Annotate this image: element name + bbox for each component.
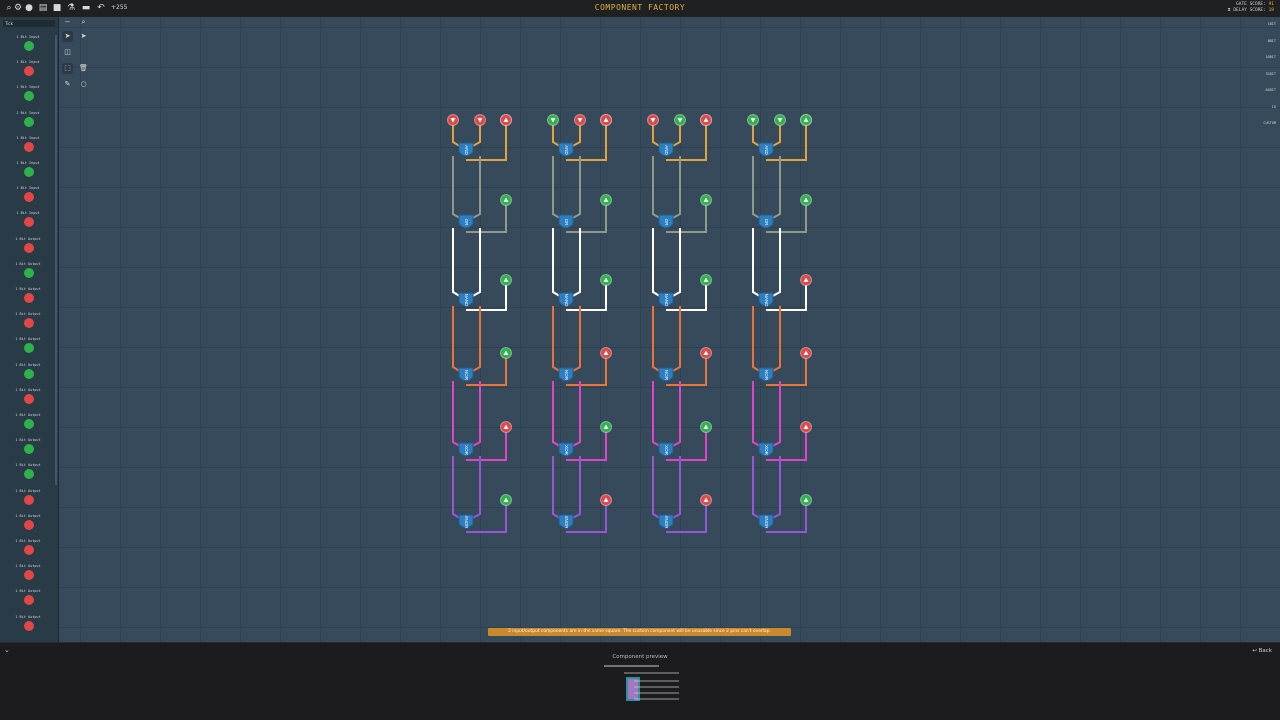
wire: [466, 124, 507, 161]
wire: [668, 456, 681, 521]
collapse-chevron-icon[interactable]: ⌄: [4, 646, 10, 654]
wire: [468, 456, 481, 521]
wire: [668, 228, 681, 299]
gate-label: NOR: [464, 370, 469, 381]
gate-label: XOR: [764, 445, 769, 456]
wire: [652, 306, 664, 374]
wire: [452, 306, 464, 374]
wire: [568, 456, 581, 521]
gate-label: AND: [664, 145, 669, 155]
wire: [552, 456, 564, 521]
overlap-warning-banner: 2 input/output components are in the sam…: [488, 628, 791, 636]
wire: [552, 381, 564, 449]
wire: [452, 228, 464, 299]
gate-label: AND: [564, 145, 569, 155]
wire: [452, 456, 464, 521]
wire: [552, 228, 564, 299]
wire: [768, 306, 781, 374]
wire: [568, 381, 581, 449]
gate-label: XOR: [464, 445, 469, 456]
wire: [752, 306, 764, 374]
wire: [468, 381, 481, 449]
wire: [768, 228, 781, 299]
wire: [766, 124, 807, 161]
wire: [552, 156, 564, 221]
wire: [566, 124, 607, 161]
gate-label: XNOR: [664, 515, 669, 529]
gate-label: NOR: [664, 370, 669, 381]
gate-label: OR: [664, 219, 669, 227]
gate-label: NAND: [764, 294, 769, 308]
back-button[interactable]: ↩ Back: [1252, 648, 1272, 654]
wire: [652, 381, 664, 449]
wire: [668, 306, 681, 374]
preview-title: Component preview: [612, 654, 668, 660]
wire: [752, 381, 764, 449]
gate-label: OR: [564, 219, 569, 227]
wire: [666, 124, 707, 161]
wire: [752, 228, 764, 299]
circuit-diagram: AND OR NAND NOR XOR XNOR AND OR NAND NOR XOR XNOR AN…: [447, 114, 812, 533]
wire: [568, 306, 581, 374]
gate-label: OR: [464, 219, 469, 227]
wire: [752, 156, 764, 221]
gate-label: NOR: [764, 370, 769, 381]
wire: [468, 156, 481, 221]
wire: [452, 156, 464, 221]
gate-label: NAND: [664, 294, 669, 308]
wire: [468, 228, 481, 299]
wire: [468, 306, 481, 374]
bottom-panel: ⌄ Component preview ↩ Back: [0, 642, 1280, 720]
wire: [552, 306, 564, 374]
wire: [568, 228, 581, 299]
wire: [768, 456, 781, 521]
gate-label: XNOR: [564, 515, 569, 529]
gate-label: XOR: [664, 445, 669, 456]
wire: [568, 156, 581, 221]
wire: [652, 156, 664, 221]
wire: [768, 156, 781, 221]
gate-label: XOR: [564, 445, 569, 456]
wire: [652, 228, 664, 299]
gate-label: NAND: [564, 294, 569, 308]
gate-label: XNOR: [464, 515, 469, 529]
component-preview-image: [604, 665, 679, 701]
gate-label: AND: [764, 145, 769, 155]
gate-label: OR: [764, 219, 769, 227]
back-label: Back: [1258, 648, 1272, 654]
wire: [652, 456, 664, 521]
gate-label: XNOR: [764, 515, 769, 529]
wire: [668, 156, 681, 221]
gate-label: NOR: [564, 370, 569, 381]
wire: [668, 381, 681, 449]
wire: [768, 381, 781, 449]
wire: [752, 456, 764, 521]
wire: [452, 381, 464, 449]
gate-label: NAND: [464, 294, 469, 308]
gate-label: AND: [464, 145, 469, 155]
